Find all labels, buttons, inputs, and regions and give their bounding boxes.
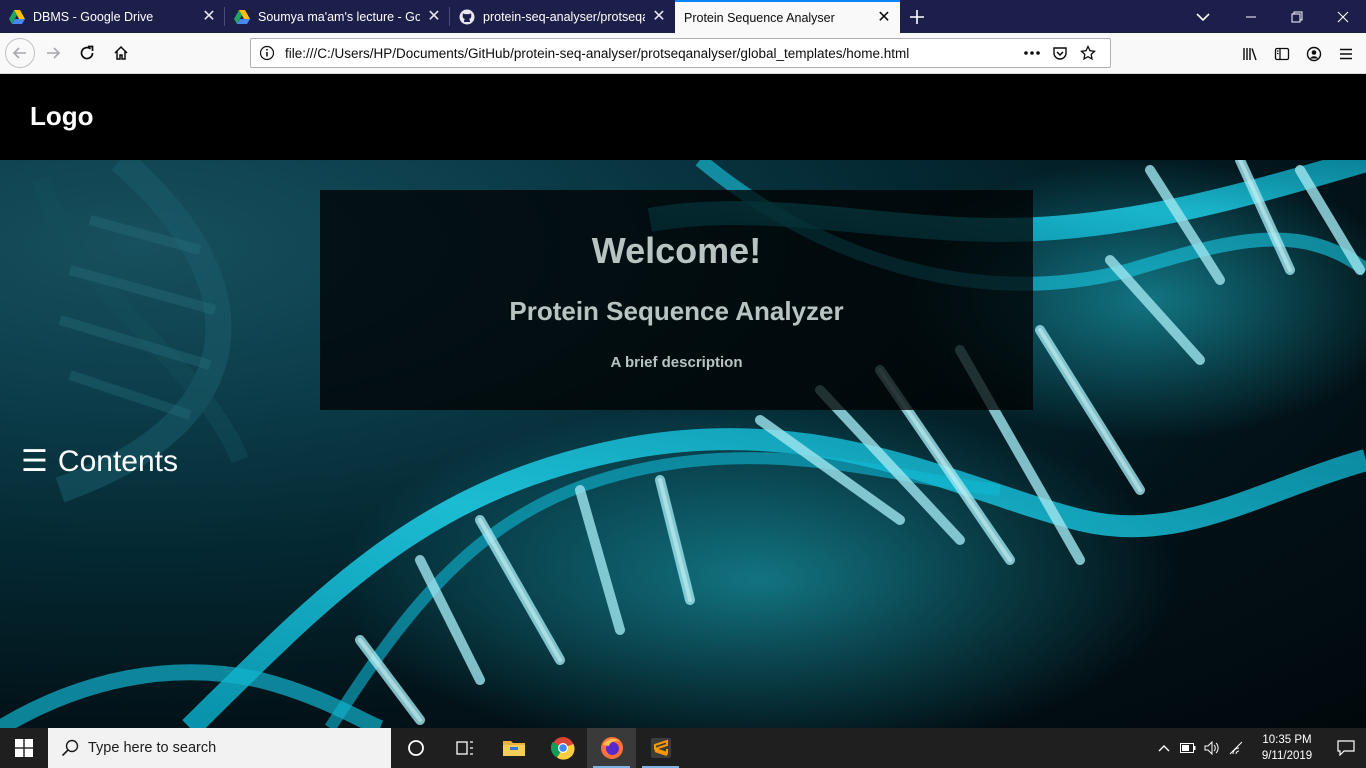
- google-drive-icon: [9, 9, 25, 24]
- new-tab-button[interactable]: [900, 0, 934, 33]
- file-explorer-button[interactable]: [489, 728, 538, 768]
- home-icon: [114, 45, 128, 60]
- search-placeholder: Type here to search: [88, 740, 217, 756]
- address-bar[interactable]: file:///C:/Users/HP/Documents/GitHub/pro…: [250, 38, 1111, 68]
- close-icon: [1337, 11, 1349, 22]
- windows-taskbar: Type here to search 10:35 PM 9/11/2019: [0, 728, 1366, 768]
- start-button[interactable]: [0, 728, 48, 768]
- sublime-text-button[interactable]: [636, 728, 685, 768]
- tab-title: Soumya ma'am's lecture - Google Drive: [258, 9, 420, 24]
- star-icon: [1080, 45, 1096, 61]
- battery-icon: [1180, 743, 1196, 753]
- clock-date: 9/11/2019: [1261, 750, 1313, 762]
- windows-logo-icon: [15, 739, 33, 757]
- close-window-button[interactable]: [1320, 0, 1366, 33]
- close-icon[interactable]: ✕: [651, 8, 667, 25]
- restore-icon: [1291, 11, 1303, 22]
- sublime-text-icon: [650, 738, 671, 758]
- url-text[interactable]: file:///C:/Users/HP/Documents/GitHub/pro…: [285, 46, 1018, 61]
- account-icon: [1306, 46, 1322, 61]
- chrome-button[interactable]: [538, 728, 587, 768]
- network-button[interactable]: [1224, 728, 1248, 768]
- home-button[interactable]: [105, 37, 137, 69]
- contents-label: Contents: [57, 444, 178, 478]
- cortana-icon: [407, 740, 424, 756]
- notification-icon: [1337, 740, 1355, 756]
- list-all-tabs-button[interactable]: [1178, 0, 1228, 33]
- bookmark-button[interactable]: [1074, 43, 1102, 63]
- task-view-button[interactable]: [440, 728, 489, 768]
- browser-tab-strip: DBMS - Google Drive ✕ Soumya ma'am's lec…: [0, 0, 1366, 33]
- toolbar-right: [1234, 33, 1366, 74]
- sidebar-button[interactable]: [1266, 38, 1298, 70]
- system-tray: 10:35 PM 9/11/2019: [1152, 728, 1366, 768]
- github-icon: [459, 9, 475, 24]
- back-button[interactable]: [5, 38, 35, 68]
- battery-button[interactable]: [1176, 728, 1200, 768]
- navigation-toolbar: file:///C:/Users/HP/Documents/GitHub/pro…: [0, 33, 1366, 74]
- minimize-icon: [1246, 16, 1256, 17]
- task-view-icon: [455, 741, 473, 755]
- tab-title: Protein Sequence Analyser: [684, 10, 835, 25]
- close-icon[interactable]: ✕: [876, 9, 892, 26]
- menu-button[interactable]: [1330, 38, 1362, 70]
- clock-time: 10:35 PM: [1262, 734, 1312, 746]
- close-icon[interactable]: ✕: [201, 8, 217, 25]
- minimize-button[interactable]: [1228, 0, 1274, 33]
- welcome-title: Welcome!: [591, 230, 762, 271]
- library-icon: [1243, 47, 1257, 60]
- close-icon[interactable]: ✕: [426, 8, 442, 25]
- forward-button[interactable]: [37, 37, 69, 69]
- save-to-pocket-button[interactable]: [1046, 43, 1074, 63]
- pocket-icon: [1053, 47, 1067, 60]
- chrome-icon: [550, 737, 575, 760]
- show-hidden-icons-button[interactable]: [1152, 728, 1176, 768]
- volume-icon: [1204, 741, 1219, 755]
- contents-menu-toggle[interactable]: ☰ Contents: [21, 444, 178, 479]
- tab-soumya-lecture[interactable]: Soumya ma'am's lecture - Google Drive ✕: [225, 0, 450, 33]
- welcome-panel: Welcome! Protein Sequence Analyzer A bri…: [320, 190, 1033, 410]
- plus-icon: [910, 9, 924, 24]
- chevron-up-icon: [1158, 745, 1170, 752]
- restore-button[interactable]: [1274, 0, 1320, 33]
- google-drive-icon: [234, 9, 250, 24]
- page-actions-button[interactable]: [1018, 43, 1046, 63]
- search-icon: [61, 739, 79, 757]
- system-clock[interactable]: 10:35 PM 9/11/2019: [1248, 732, 1326, 764]
- sidebar-icon: [1274, 47, 1290, 60]
- firefox-icon: [600, 737, 623, 759]
- tab-title: protein-seq-analyser/protseqanalyser: [483, 9, 645, 24]
- wifi-icon: [1229, 741, 1243, 755]
- tab-github-repo[interactable]: protein-seq-analyser/protseqanalyser ✕: [450, 0, 675, 33]
- more-horizontal-icon: [1024, 51, 1040, 55]
- hamburger-menu-icon: [1340, 48, 1352, 59]
- library-button[interactable]: [1234, 38, 1266, 70]
- file-explorer-icon: [502, 741, 525, 756]
- reload-icon: [80, 45, 94, 60]
- tab-title: DBMS - Google Drive: [33, 9, 154, 24]
- account-button[interactable]: [1298, 38, 1330, 70]
- info-icon[interactable]: [259, 45, 275, 61]
- site-logo[interactable]: Logo: [30, 101, 94, 132]
- arrow-right-icon: [47, 47, 61, 59]
- action-center-button[interactable]: [1326, 728, 1366, 768]
- app-subtitle: Protein Sequence Analyzer: [509, 296, 844, 326]
- site-header: Logo: [0, 74, 1366, 160]
- hero-section: Welcome! Protein Sequence Analyzer A bri…: [0, 160, 1366, 728]
- tab-protein-sequence-analyser[interactable]: Protein Sequence Analyser ✕: [675, 0, 900, 33]
- volume-button[interactable]: [1200, 728, 1224, 768]
- taskbar-search-box[interactable]: Type here to search: [48, 728, 391, 768]
- page-content: Logo Welcome! Protein Sequence Analyzer …: [0, 74, 1366, 728]
- chevron-down-icon: [1196, 12, 1210, 21]
- reload-button[interactable]: [71, 37, 103, 69]
- arrow-left-icon: [12, 47, 26, 59]
- tab-strip-spacer: [934, 0, 1178, 33]
- hamburger-menu-icon: ☰: [21, 445, 48, 478]
- cortana-button[interactable]: [391, 728, 440, 768]
- tab-dbms-google-drive[interactable]: DBMS - Google Drive ✕: [0, 0, 225, 33]
- app-description: A brief description: [610, 354, 743, 371]
- firefox-button[interactable]: [587, 728, 636, 768]
